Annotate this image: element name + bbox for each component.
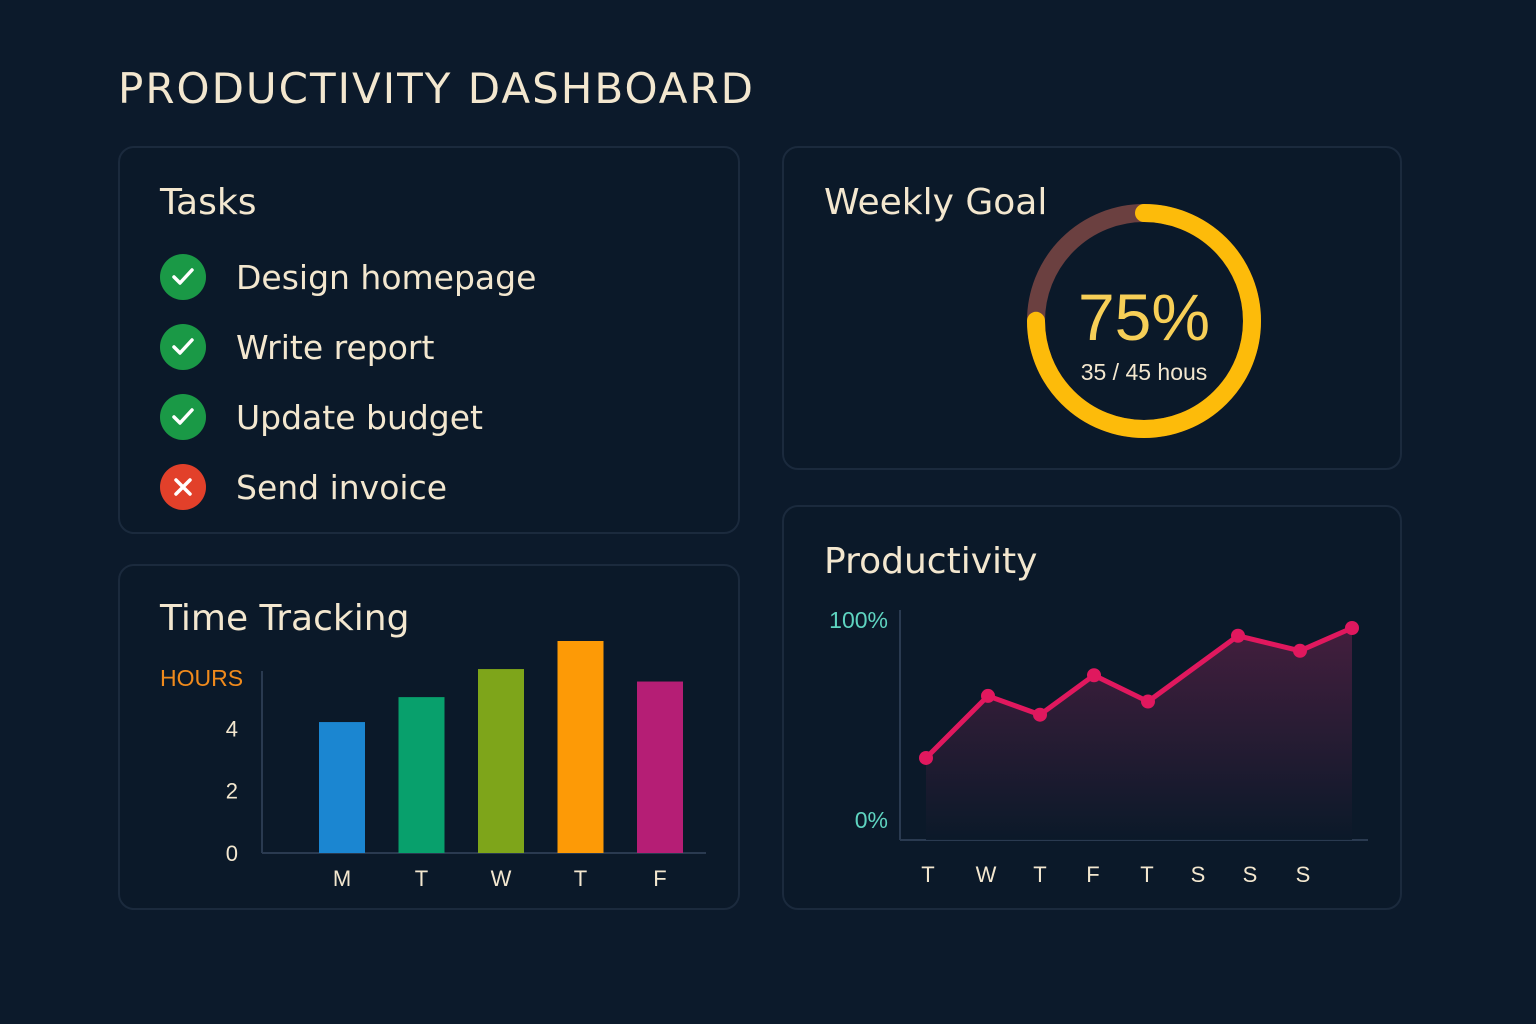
prod-y-tick-label: 0% xyxy=(855,807,888,833)
productivity-point xyxy=(1087,668,1101,683)
check-icon xyxy=(160,324,206,370)
prod-x-tick-label: T xyxy=(1140,862,1153,887)
hours-axis-label: HOURS xyxy=(160,665,243,691)
y-tick-label: 4 xyxy=(226,716,238,741)
goal-percent: 75% xyxy=(1078,280,1210,354)
prod-y-tick-label: 100% xyxy=(829,607,888,633)
productivity-card: Productivity 0% 100% TWTFTSSS xyxy=(782,505,1402,910)
prod-x-tick-label: F xyxy=(1086,862,1099,887)
x-tick-label: T xyxy=(415,866,428,891)
task-label: Write report xyxy=(236,327,435,367)
prod-x-tick-label: T xyxy=(921,862,934,887)
tasks-card: Tasks Design homepage Write report Update … xyxy=(118,146,740,534)
x-icon xyxy=(160,464,206,510)
x-tick-labels: MTWTF xyxy=(333,866,667,891)
productivity-chart: 0% 100% T W T F T S S S xyxy=(829,607,1368,887)
y-tick-label: 0 xyxy=(226,841,238,866)
weekly-goal-card: Weekly Goal 75% 35 / 45 hous xyxy=(782,146,1402,470)
task-item: Design homepage xyxy=(160,242,536,312)
dashboard-page: PRODUCTIVITY DASHBOARD Tasks Design home… xyxy=(0,0,1536,1024)
task-label: Design homepage xyxy=(236,257,537,297)
productivity-point xyxy=(919,750,933,765)
bar xyxy=(398,697,445,853)
y-ticks: 0 2 4 xyxy=(226,716,238,866)
bar xyxy=(637,681,683,853)
bars xyxy=(319,641,683,853)
productivity-point xyxy=(1231,628,1245,643)
weekly-goal-ring: 75% 35 / 45 hous xyxy=(1027,204,1261,438)
productivity-point xyxy=(981,688,995,703)
productivity-point xyxy=(1033,707,1047,722)
tasks-title: Tasks xyxy=(160,182,257,223)
productivity-point xyxy=(1293,643,1307,658)
time-tracking-card: Time Tracking HOURS 024 MTWTF xyxy=(118,564,740,910)
prod-x-tick-label: S xyxy=(1296,862,1311,887)
bar xyxy=(557,641,604,853)
task-item: Update budget xyxy=(160,382,536,452)
prod-x-tick-label: W xyxy=(976,862,997,887)
task-label: Update budget xyxy=(236,397,484,437)
prod-x-tick-labels: TWTFTSSS xyxy=(921,862,1310,887)
x-tick-label: T xyxy=(574,866,587,891)
check-icon xyxy=(160,394,206,440)
goal-hours: 35 / 45 hous xyxy=(1081,359,1208,385)
prod-x-tick-label: T xyxy=(1033,862,1046,887)
x-tick-label: M xyxy=(333,866,351,891)
productivity-point xyxy=(1141,694,1155,709)
task-item: Write report xyxy=(160,312,536,382)
task-item: Send invoice xyxy=(160,452,536,522)
check-icon xyxy=(160,254,206,300)
prod-y-ticks: 0% 100% xyxy=(829,607,888,833)
prod-x-tick-label: S xyxy=(1243,862,1258,887)
y-tick-label: 2 xyxy=(226,779,238,804)
bar xyxy=(478,669,524,853)
productivity-area xyxy=(926,628,1352,840)
page-title: PRODUCTIVITY DASHBOARD xyxy=(118,64,756,113)
task-list: Design homepage Write report Update budget… xyxy=(160,242,536,522)
time-tracking-chart: HOURS 0 2 4 M T W T F xyxy=(160,641,706,891)
x-tick-label: W xyxy=(491,866,512,891)
prod-x-tick-label: S xyxy=(1191,862,1206,887)
productivity-point xyxy=(1345,621,1359,635)
bar xyxy=(319,722,365,853)
task-label: Send invoice xyxy=(236,467,448,507)
x-tick-label: F xyxy=(653,866,666,891)
